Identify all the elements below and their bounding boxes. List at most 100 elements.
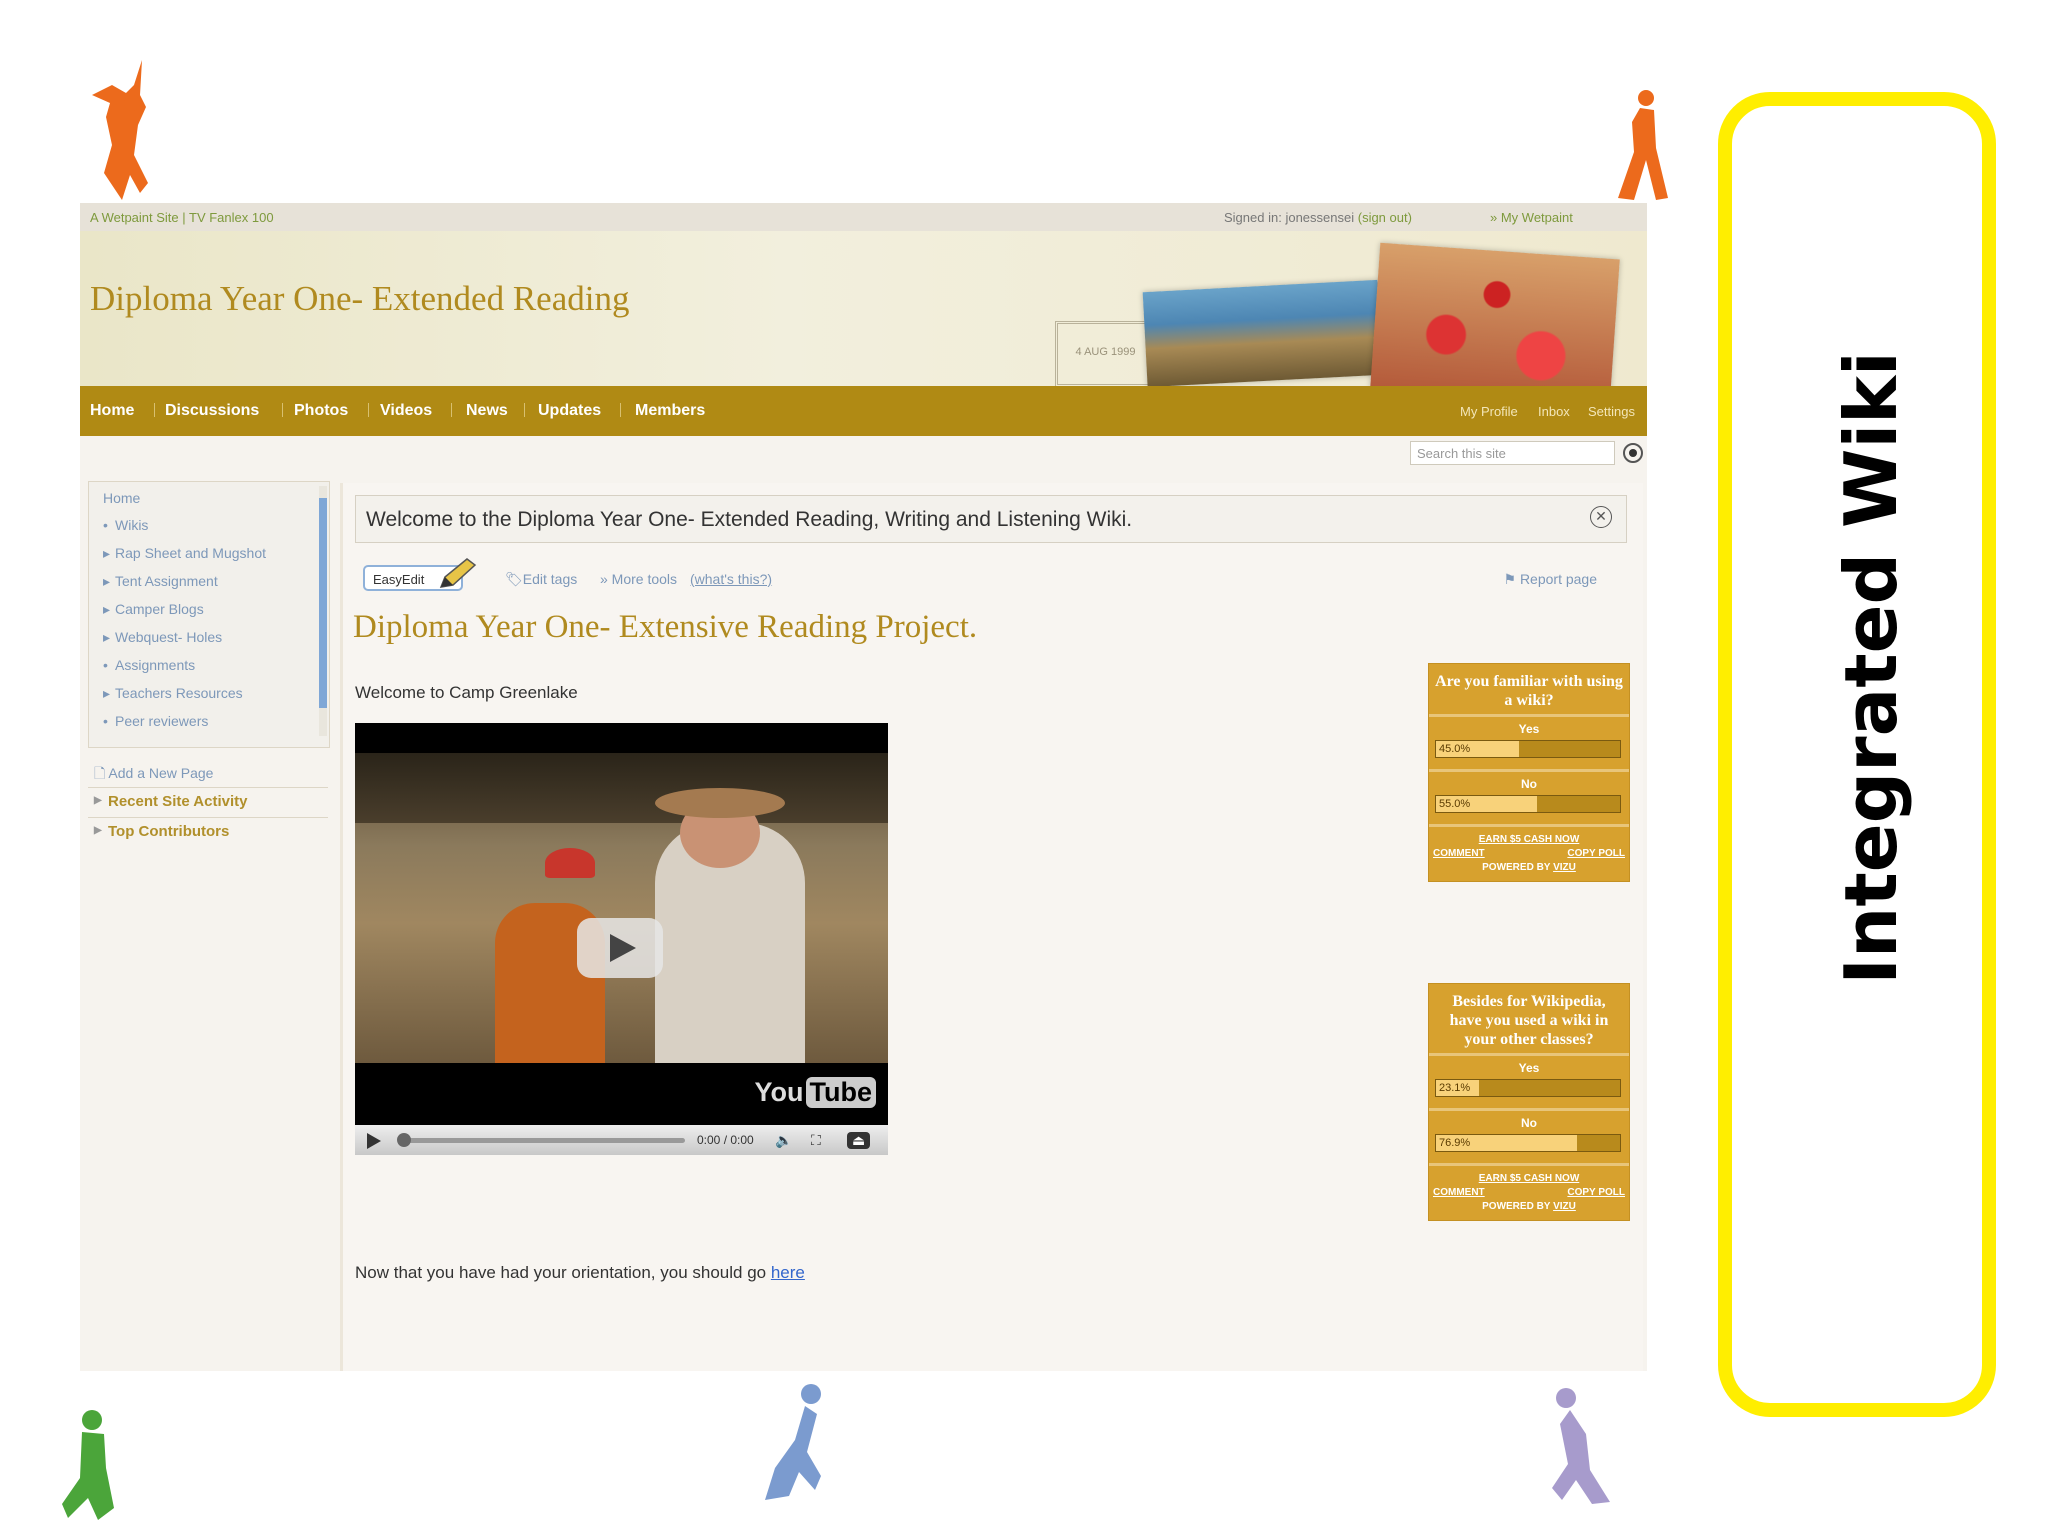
- copy-poll-link[interactable]: COPY POLL: [1567, 1186, 1625, 1200]
- sidebar-item-peer-reviewers[interactable]: • Peer reviewers: [103, 713, 208, 729]
- nav-separator: [282, 403, 283, 417]
- poll-percent: 45.0%: [1439, 743, 1471, 755]
- nav-settings[interactable]: Settings: [1588, 404, 1635, 419]
- nav-separator: [154, 403, 155, 417]
- poll-option-label: Yes: [1518, 1061, 1540, 1075]
- sidebar-scrollbar[interactable]: [319, 486, 327, 736]
- more-tools-link[interactable]: » More tools: [600, 571, 677, 587]
- section-label: Top Contributors: [108, 823, 230, 840]
- nav-discussions[interactable]: Discussions: [165, 402, 259, 420]
- poll-option-no[interactable]: No 55.0%: [1429, 769, 1629, 824]
- recent-site-activity-section[interactable]: ▶ Recent Site Activity: [88, 787, 328, 816]
- nav-videos[interactable]: Videos: [380, 402, 432, 420]
- poll-option-yes[interactable]: Yes 45.0%: [1429, 714, 1629, 769]
- site-title[interactable]: Diploma Year One- Extended Reading: [90, 279, 629, 319]
- report-page-link[interactable]: ⚑ Report page: [1503, 571, 1597, 588]
- triangle-right-icon: ▶: [94, 825, 102, 836]
- triangle-right-icon: ▶: [94, 795, 102, 806]
- sidebar-item-label: Tent Assignment: [115, 573, 218, 589]
- search-button[interactable]: [1623, 443, 1643, 463]
- bullet-icon: •: [103, 713, 108, 729]
- nav-photos[interactable]: Photos: [294, 402, 348, 420]
- earn-cash-link[interactable]: EARN $5 CASH NOW: [1429, 1172, 1629, 1186]
- blue-kneeling-figure-icon: [755, 1380, 835, 1505]
- fullscreen-icon[interactable]: ⛶: [811, 1132, 821, 1149]
- nav-inbox[interactable]: Inbox: [1538, 404, 1570, 419]
- welcome-text: Welcome to the Diploma Year One- Extende…: [366, 508, 1133, 531]
- poll-option-label: No: [1521, 777, 1537, 791]
- youtube-video-player[interactable]: You Tube 0:00 / 0:00 🔈 ⛶ ⏏: [355, 723, 888, 1155]
- copy-poll-link[interactable]: COPY POLL: [1567, 847, 1625, 861]
- nav-separator: [524, 403, 525, 417]
- poll-option-label: Yes: [1518, 722, 1540, 736]
- comment-link[interactable]: COMMENT: [1433, 1186, 1485, 1200]
- sidebar-item-tent-assignment[interactable]: ▸ Tent Assignment: [103, 573, 218, 589]
- sidebar-item-home[interactable]: Home: [103, 490, 140, 506]
- nav-separator: [451, 403, 452, 417]
- edit-tags-link[interactable]: 🏷Edit tags: [505, 571, 577, 588]
- wetpaint-site-link[interactable]: A Wetpaint Site | TV Fanlex 100: [90, 210, 274, 225]
- sidebar: Home • Wikis ▸ Rap Sheet and Mugshot ▸ Tent…: [88, 481, 330, 841]
- whats-this-link[interactable]: (what's this?): [690, 571, 772, 587]
- nav-home[interactable]: Home: [90, 402, 134, 420]
- close-icon[interactable]: ✕: [1590, 506, 1612, 528]
- youtube-logo: You Tube: [754, 1077, 876, 1108]
- nav-members[interactable]: Members: [635, 402, 705, 420]
- poll-footer-row: COMMENT COPY POLL: [1429, 1186, 1629, 1200]
- eject-icon[interactable]: ⏏: [847, 1132, 871, 1149]
- main-nav: Home Discussions Photos Videos News Upda…: [80, 386, 1647, 436]
- scrollbar-thumb[interactable]: [319, 498, 327, 708]
- nav-updates[interactable]: Updates: [538, 402, 601, 420]
- nav-separator: [368, 403, 369, 417]
- poll-question: Besides for Wikipedia, have you used a w…: [1449, 993, 1609, 1048]
- sidebar-page-list: Home • Wikis ▸ Rap Sheet and Mugshot ▸ Tent…: [88, 481, 330, 748]
- site-banner: Diploma Year One- Extended Reading 4 AUG…: [80, 231, 1647, 405]
- vizu-link[interactable]: VIZU: [1553, 862, 1576, 873]
- sidebar-item-camper-blogs[interactable]: ▸ Camper Blogs: [103, 601, 204, 617]
- nav-my-profile[interactable]: My Profile: [1460, 404, 1518, 419]
- sign-out-link[interactable]: (sign out): [1358, 210, 1412, 225]
- poll-percent: 55.0%: [1439, 798, 1471, 810]
- report-page-label: Report page: [1519, 571, 1597, 587]
- comment-link[interactable]: COMMENT: [1433, 847, 1485, 861]
- seek-handle[interactable]: [397, 1133, 411, 1147]
- wiki-screenshot: A Wetpaint Site | TV Fanlex 100 Signed i…: [80, 203, 1647, 1371]
- edit-tags-label: Edit tags: [522, 571, 578, 587]
- video-controls: 0:00 / 0:00 🔈 ⛶ ⏏: [355, 1125, 888, 1155]
- pencil-icon: [437, 557, 477, 596]
- poll-option-yes[interactable]: Yes 23.1%: [1429, 1053, 1629, 1108]
- poll-result-bar: 76.9%: [1435, 1134, 1621, 1152]
- postmark-stamp: 4 AUG 1999: [1055, 321, 1156, 387]
- triangle-right-icon: ▸: [103, 601, 111, 617]
- poll-footer-row: COMMENT COPY POLL: [1429, 847, 1629, 861]
- poll-result-bar: 55.0%: [1435, 795, 1621, 813]
- add-new-page-link[interactable]: 🗋 Add a New Page: [94, 763, 213, 787]
- search-input[interactable]: Search this site: [1410, 441, 1615, 465]
- section-label: Recent Site Activity: [108, 793, 248, 810]
- sidebar-item-teachers-resources[interactable]: ▸ Teachers Resources: [103, 685, 243, 701]
- earn-cash-link[interactable]: EARN $5 CASH NOW: [1429, 833, 1629, 847]
- poll-option-no[interactable]: No 76.9%: [1429, 1108, 1629, 1163]
- sidebar-item-wikis[interactable]: • Wikis: [103, 517, 148, 533]
- poll-widget-2: Besides for Wikipedia, have you used a w…: [1428, 983, 1630, 1221]
- sidebar-item-rap-sheet[interactable]: ▸ Rap Sheet and Mugshot: [103, 545, 266, 561]
- triangle-right-icon: ▸: [103, 545, 111, 561]
- bullet-icon: •: [103, 657, 108, 673]
- sidebar-item-webquest[interactable]: ▸ Webquest- Holes: [103, 629, 222, 645]
- orange-walking-figure-icon: [1610, 88, 1670, 208]
- volume-icon[interactable]: 🔈: [775, 1132, 792, 1149]
- my-wetpaint-link[interactable]: » My Wetpaint: [1490, 210, 1573, 225]
- play-button-icon[interactable]: [367, 1133, 381, 1149]
- nav-news[interactable]: News: [466, 402, 508, 420]
- top-contributors-section[interactable]: ▶ Top Contributors: [88, 817, 328, 846]
- youtube-tube: Tube: [805, 1077, 876, 1108]
- sidebar-item-assignments[interactable]: • Assignments: [103, 657, 195, 673]
- here-link[interactable]: here: [771, 1263, 805, 1282]
- bullet-icon: •: [103, 517, 108, 533]
- youtube-you: You: [754, 1077, 804, 1107]
- seek-bar[interactable]: [400, 1138, 685, 1143]
- play-icon[interactable]: [577, 918, 663, 978]
- sidebar-item-label: Teachers Resources: [115, 685, 243, 701]
- page-icon: 🗋: [94, 765, 106, 781]
- vizu-link[interactable]: VIZU: [1553, 1201, 1576, 1212]
